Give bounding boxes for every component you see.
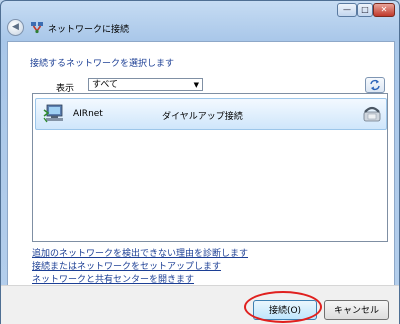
- diagnose-link[interactable]: 追加のネットワークを検出できない理由を診断します: [32, 246, 248, 259]
- telephone-icon: [363, 106, 381, 122]
- refresh-icon: [370, 79, 380, 91]
- network-list[interactable]: AIRnet ダイヤルアップ接続: [32, 93, 388, 242]
- navigation-bar: ◀ ネットワークに接続: [1, 15, 399, 41]
- dropdown-arrow-icon: ▼: [193, 81, 199, 89]
- network-type: ダイヤルアップ接続: [162, 112, 243, 122]
- network-list-item[interactable]: AIRnet ダイヤルアップ接続: [35, 98, 387, 130]
- open-network-center-link[interactable]: ネットワークと共有センターを開きます: [32, 272, 194, 285]
- show-filter-dropdown[interactable]: すべて ▼: [88, 78, 203, 91]
- back-button[interactable]: ◀: [7, 19, 24, 36]
- network-icon: [31, 22, 43, 34]
- cancel-button[interactable]: キャンセル: [324, 300, 389, 320]
- content-panel: 接続するネットワークを選択します 表示 すべて ▼ AIRnet ダイヤルアップ…: [7, 41, 395, 286]
- setup-connection-link[interactable]: 接続またはネットワークをセットアップします: [32, 259, 221, 272]
- button-bar: 接続(O) キャンセル: [1, 285, 399, 324]
- instruction-text: 接続するネットワークを選択します: [30, 59, 175, 69]
- network-name: AIRnet: [73, 109, 103, 119]
- refresh-button[interactable]: [365, 77, 385, 93]
- window-title: ネットワークに接続: [48, 25, 130, 35]
- dialup-computer-icon: [43, 104, 63, 123]
- connect-button[interactable]: 接続(O): [253, 300, 317, 320]
- show-filter-value: すべて: [92, 80, 119, 90]
- connect-to-network-window: — □ ✕ ◀ ネットワークに接続 接続するネットワークを選択します 表示 すべ…: [0, 0, 400, 324]
